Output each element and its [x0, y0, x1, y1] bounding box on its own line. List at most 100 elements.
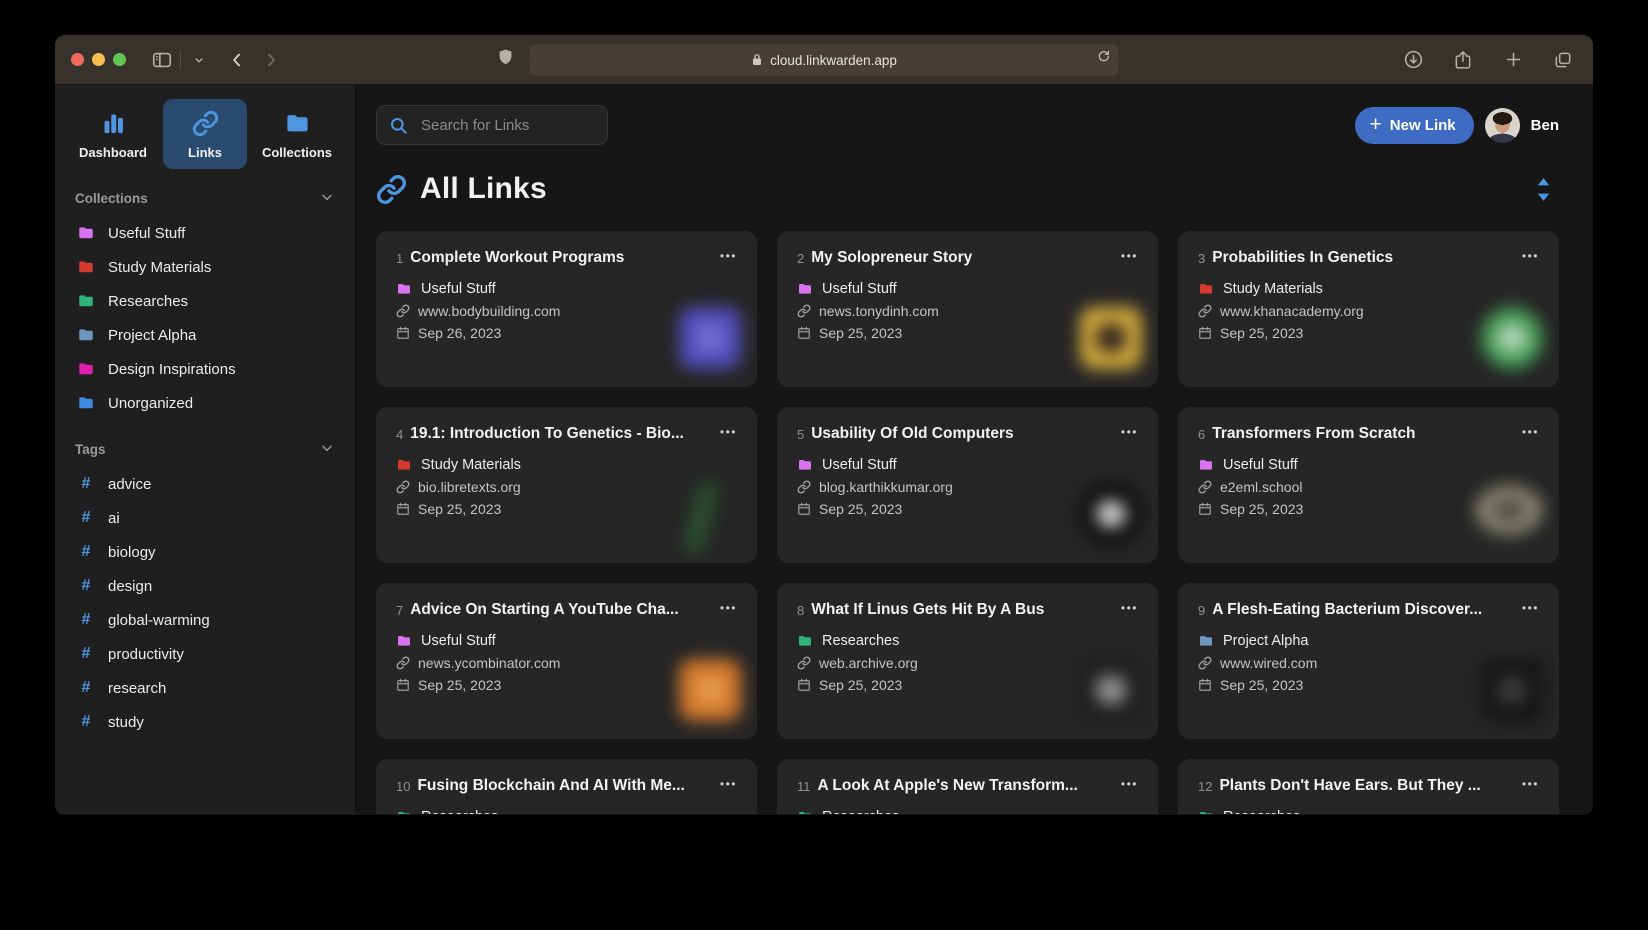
collection-label: Useful Stuff — [822, 281, 897, 297]
sidebar-toggle-icon[interactable] — [148, 46, 176, 74]
link-icon — [396, 304, 410, 318]
card-number: 9 — [1198, 603, 1205, 618]
zoom-window-button[interactable] — [113, 53, 126, 66]
sidebar-tag-item[interactable]: # study — [71, 705, 339, 739]
link-card[interactable]: 4 19.1: Introduction To Genetics - Bio..… — [376, 407, 757, 563]
collection-label: Researches — [421, 809, 498, 814]
card-collection[interactable]: Useful Stuff — [396, 633, 737, 649]
collection-label: Useful Stuff — [421, 281, 496, 297]
sidebar-collection-item[interactable]: Unorganized — [71, 386, 339, 420]
card-title: Plants Don't Have Ears. But They ... — [1219, 777, 1513, 795]
card-menu-icon[interactable]: ••• — [1121, 249, 1138, 263]
card-date: Sep 25, 2023 — [418, 501, 501, 517]
link-card[interactable]: 6 Transformers From Scratch ••• Useful S… — [1178, 407, 1559, 563]
tab-overview-icon[interactable] — [1549, 46, 1577, 74]
link-card[interactable]: 12 Plants Don't Have Ears. But They ... … — [1178, 759, 1559, 814]
sidebar-tag-item[interactable]: # global-warming — [71, 603, 339, 637]
new-tab-icon[interactable] — [1499, 46, 1527, 74]
link-card[interactable]: 9 A Flesh-Eating Bacterium Discover... •… — [1178, 583, 1559, 739]
sidebar-tag-item[interactable]: # productivity — [71, 637, 339, 671]
card-header: 1 Complete Workout Programs ••• — [396, 249, 737, 267]
sidebar-tag-item[interactable]: # biology — [71, 535, 339, 569]
card-collection[interactable]: Useful Stuff — [396, 281, 737, 297]
new-link-label: New Link — [1390, 117, 1456, 134]
card-collection[interactable]: Useful Stuff — [1198, 457, 1539, 473]
sidebar-collection-item[interactable]: Project Alpha — [71, 318, 339, 352]
link-icon — [797, 656, 811, 670]
card-menu-icon[interactable]: ••• — [1121, 425, 1138, 439]
card-menu-icon[interactable]: ••• — [720, 425, 737, 439]
forward-button[interactable] — [257, 46, 285, 74]
card-collection[interactable]: Useful Stuff — [797, 281, 1138, 297]
sort-button[interactable] — [1528, 174, 1559, 205]
tag-label: advice — [108, 476, 151, 493]
collections-collapse-icon[interactable] — [319, 189, 335, 208]
downloads-icon[interactable] — [1399, 46, 1427, 74]
url-text: cloud.linkwarden.app — [770, 53, 897, 68]
card-menu-icon[interactable]: ••• — [720, 601, 737, 615]
hash-icon: # — [77, 577, 95, 595]
back-button[interactable] — [223, 46, 251, 74]
link-icon — [1198, 304, 1212, 318]
privacy-shield-icon[interactable] — [496, 46, 515, 73]
tags-collapse-icon[interactable] — [319, 440, 335, 459]
card-menu-icon[interactable]: ••• — [1121, 601, 1138, 615]
link-card[interactable]: 5 Usability Of Old Computers ••• Useful … — [777, 407, 1158, 563]
tab-dashboard[interactable]: Dashboard — [71, 99, 155, 169]
sidebar-collection-item[interactable]: Study Materials — [71, 250, 339, 284]
link-card[interactable]: 1 Complete Workout Programs ••• Useful S… — [376, 231, 757, 387]
card-menu-icon[interactable]: ••• — [1522, 777, 1539, 791]
hash-icon: # — [77, 679, 95, 697]
sidebar-collection-item[interactable]: Researches — [71, 284, 339, 318]
sidebar-tag-item[interactable]: # ai — [71, 501, 339, 535]
share-icon[interactable] — [1449, 46, 1477, 74]
folder-icon — [284, 110, 311, 137]
card-number: 10 — [396, 779, 410, 794]
card-menu-icon[interactable]: ••• — [1121, 777, 1138, 791]
link-card[interactable]: 7 Advice On Starting A YouTube Cha... ••… — [376, 583, 757, 739]
close-window-button[interactable] — [71, 53, 84, 66]
link-card[interactable]: 8 What If Linus Gets Hit By A Bus ••• Re… — [777, 583, 1158, 739]
collection-label: Study Materials — [421, 457, 521, 473]
card-menu-icon[interactable]: ••• — [1522, 601, 1539, 615]
link-card[interactable]: 2 My Solopreneur Story ••• Useful Stuff … — [777, 231, 1158, 387]
card-collection[interactable]: Researches — [1198, 809, 1539, 814]
card-collection[interactable]: Researches — [797, 633, 1138, 649]
card-url: www.bodybuilding.com — [418, 303, 560, 319]
avatar[interactable] — [1485, 108, 1520, 143]
sidebar-tag-item[interactable]: # design — [71, 569, 339, 603]
link-card[interactable]: 11 A Look At Apple's New Transform... ••… — [777, 759, 1158, 814]
collection-label: Design Inspirations — [108, 361, 236, 378]
search-input[interactable] — [419, 116, 595, 135]
tab-group-chevron-icon[interactable] — [185, 46, 213, 74]
user-name[interactable]: Ben — [1531, 117, 1559, 134]
sidebar-collection-item[interactable]: Useful Stuff — [71, 216, 339, 250]
card-collection[interactable]: Study Materials — [1198, 281, 1539, 297]
link-card[interactable]: 3 Probabilities In Genetics ••• Study Ma… — [1178, 231, 1559, 387]
collection-label: Researches — [1223, 809, 1300, 814]
search-box[interactable] — [376, 105, 608, 145]
card-title: Advice On Starting A YouTube Cha... — [410, 601, 712, 619]
reload-icon[interactable] — [1096, 49, 1111, 67]
sidebar-tag-item[interactable]: # research — [71, 671, 339, 705]
link-card[interactable]: 10 Fusing Blockchain And AI With Me... •… — [376, 759, 757, 814]
address-bar[interactable]: cloud.linkwarden.app — [529, 44, 1119, 76]
sidebar-collection-item[interactable]: Design Inspirations — [71, 352, 339, 386]
sidebar-tag-item[interactable]: # advice — [71, 467, 339, 501]
minimize-window-button[interactable] — [92, 53, 105, 66]
card-menu-icon[interactable]: ••• — [1522, 425, 1539, 439]
card-collection[interactable]: Researches — [797, 809, 1138, 814]
new-link-button[interactable]: + New Link — [1355, 107, 1474, 144]
card-collection[interactable]: Study Materials — [396, 457, 737, 473]
card-menu-icon[interactable]: ••• — [720, 249, 737, 263]
tab-links[interactable]: Links — [163, 99, 247, 169]
tags-section-header: Tags — [75, 440, 335, 459]
page-header: All Links — [376, 172, 1559, 206]
card-menu-icon[interactable]: ••• — [720, 777, 737, 791]
tab-collections[interactable]: Collections — [255, 99, 339, 169]
card-collection[interactable]: Researches — [396, 809, 737, 814]
card-collection[interactable]: Useful Stuff — [797, 457, 1138, 473]
card-menu-icon[interactable]: ••• — [1522, 249, 1539, 263]
folder-icon — [797, 457, 813, 473]
card-collection[interactable]: Project Alpha — [1198, 633, 1539, 649]
